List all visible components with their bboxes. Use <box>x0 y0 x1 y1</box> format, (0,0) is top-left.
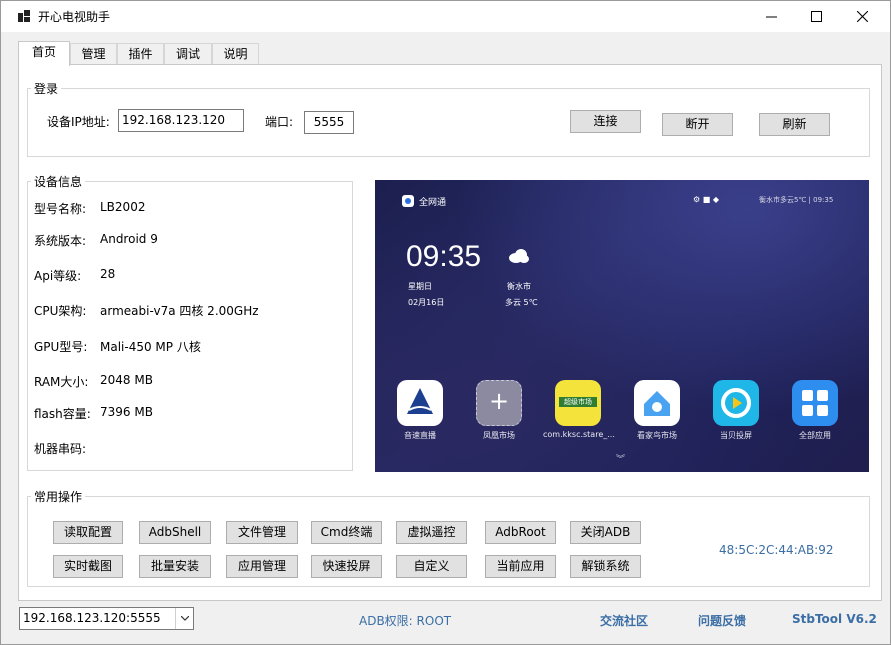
os-label: 系统版本: <box>34 234 87 248</box>
tab-home[interactable]: 首页 <box>18 41 70 66</box>
tv-clock: 09:35 <box>406 240 482 273</box>
app-name-3: com.kksc.stare_... <box>543 430 615 439</box>
maximize-icon[interactable] <box>793 1 839 32</box>
unlock-system-button[interactable]: 解锁系统 <box>570 555 641 578</box>
tv-app-6: 全部应用 <box>780 380 850 441</box>
ram-label: RAM大小: <box>34 375 89 389</box>
app-icon-4 <box>634 380 680 426</box>
tv-date: 02月16日 <box>408 298 445 307</box>
adbshell-button[interactable]: AdbShell <box>139 521 211 544</box>
ip-input[interactable]: 192.168.123.120 <box>118 109 244 132</box>
ops-legend: 常用操作 <box>34 490 83 504</box>
close-adb-button[interactable]: 关闭ADB <box>570 521 641 544</box>
tab-plugins[interactable]: 插件 <box>117 43 164 65</box>
brand-logo-icon <box>402 195 414 207</box>
device-select[interactable]: 192.168.123.120:5555 <box>19 607 194 630</box>
app-icon-6 <box>792 380 838 426</box>
chevron-down-icon[interactable] <box>175 608 193 629</box>
window-title: 开心电视助手 <box>38 10 111 24</box>
batch-install-button[interactable]: 批量安装 <box>139 555 211 578</box>
ram-value: 2048 MB <box>100 373 153 387</box>
title-bar: 开心电视助手 <box>1 1 890 32</box>
chevron-down-icon: ︾ <box>616 455 626 465</box>
cmd-terminal-button[interactable]: Cmd终端 <box>311 521 382 544</box>
adb-permission: ADB权限: ROOT <box>359 614 452 628</box>
device-info-legend: 设备信息 <box>34 175 83 189</box>
cloud-icon <box>507 247 529 268</box>
ip-label: 设备IP地址: <box>47 115 110 129</box>
community-link[interactable]: 交流社区 <box>600 612 648 629</box>
cpu-label: CPU架构: <box>34 304 87 318</box>
tv-app-1: 音速直播 <box>385 380 455 441</box>
file-manager-button[interactable]: 文件管理 <box>226 521 298 544</box>
device-info-group: 设备信息 <box>27 173 353 471</box>
version-label: StbTool V6.2 <box>792 612 877 626</box>
api-value: 28 <box>100 267 116 281</box>
device-select-value: 192.168.123.120:5555 <box>23 611 161 625</box>
app-name-1: 音速直播 <box>404 431 436 440</box>
model-label: 型号名称: <box>34 202 87 216</box>
app-manager-button[interactable]: 应用管理 <box>226 555 298 578</box>
tv-app-3: 超级市场 com.kksc.stare_... <box>543 380 615 439</box>
flash-label: flash容量: <box>34 407 91 421</box>
custom-button[interactable]: 自定义 <box>396 555 467 578</box>
app-icon <box>18 10 30 22</box>
app-name-5: 当贝投屏 <box>720 431 752 440</box>
virtual-remote-button[interactable]: 虚拟遥控 <box>396 521 467 544</box>
tv-weekday: 星期日 <box>408 282 432 291</box>
mac-address: 48:5C:2C:44:AB:92 <box>719 543 834 557</box>
model-value: LB2002 <box>100 200 146 214</box>
cpu-value: armeabi-v7a 四核 2.00GHz <box>100 304 259 318</box>
app-icon-5 <box>713 380 759 426</box>
app-icon-1 <box>397 380 443 426</box>
app-badge-3: 超级市场 <box>559 397 597 407</box>
tv-app-5: 当贝投屏 <box>701 380 771 441</box>
read-config-button[interactable]: 读取配置 <box>53 521 123 544</box>
tv-city: 衡水市 <box>507 282 531 291</box>
tv-status-icons: ⚙ ■ ◆ <box>693 195 719 204</box>
app-icon-3: 超级市场 <box>555 380 601 426</box>
app-name-6: 全部应用 <box>799 431 831 440</box>
gpu-label: GPU型号: <box>34 340 88 354</box>
serial-label: 机器串码: <box>34 442 87 456</box>
os-value: Android 9 <box>100 232 158 246</box>
flash-value: 7396 MB <box>100 405 153 419</box>
tab-help[interactable]: 说明 <box>212 43 259 65</box>
tv-weather: 多云 5℃ <box>505 298 538 307</box>
quick-cast-button[interactable]: 快速投屏 <box>311 555 382 578</box>
tv-app-4: 看家鸟市场 <box>622 380 692 441</box>
port-input[interactable]: 5555 <box>304 111 354 134</box>
refresh-button[interactable]: 刷新 <box>759 113 830 136</box>
adbroot-button[interactable]: AdbRoot <box>485 521 556 544</box>
api-label: Api等级: <box>34 269 82 283</box>
main-window: 开心电视助手 首页 管理 插件 调试 说明 登录 设备IP地址: 192.168… <box>0 0 891 645</box>
feedback-link[interactable]: 问题反馈 <box>698 612 746 629</box>
tv-brand: 全网通 <box>419 198 447 208</box>
tab-manage[interactable]: 管理 <box>70 43 117 65</box>
tv-status: 衡水市多云5℃ | 09:35 <box>759 196 834 204</box>
connect-button[interactable]: 连接 <box>570 110 641 133</box>
tv-screen-preview: 全网通 ⚙ ■ ◆ 衡水市多云5℃ | 09:35 09:35 星期日 02月1… <box>375 180 869 472</box>
tab-debug[interactable]: 调试 <box>164 43 212 65</box>
login-legend: 登录 <box>34 82 59 96</box>
app-name-2: 凤凰市场 <box>483 431 515 440</box>
close-icon[interactable] <box>839 1 885 32</box>
current-app-button[interactable]: 当前应用 <box>485 555 556 578</box>
app-icon-2: + <box>476 380 522 426</box>
gpu-value: Mali-450 MP 八核 <box>100 340 201 354</box>
port-label: 端口: <box>265 115 294 129</box>
tv-app-2: + 凤凰市场 <box>464 380 534 441</box>
app-name-4: 看家鸟市场 <box>637 431 677 440</box>
screenshot-button[interactable]: 实时截图 <box>53 555 123 578</box>
disconnect-button[interactable]: 断开 <box>662 113 733 136</box>
minimize-icon[interactable] <box>748 1 794 32</box>
